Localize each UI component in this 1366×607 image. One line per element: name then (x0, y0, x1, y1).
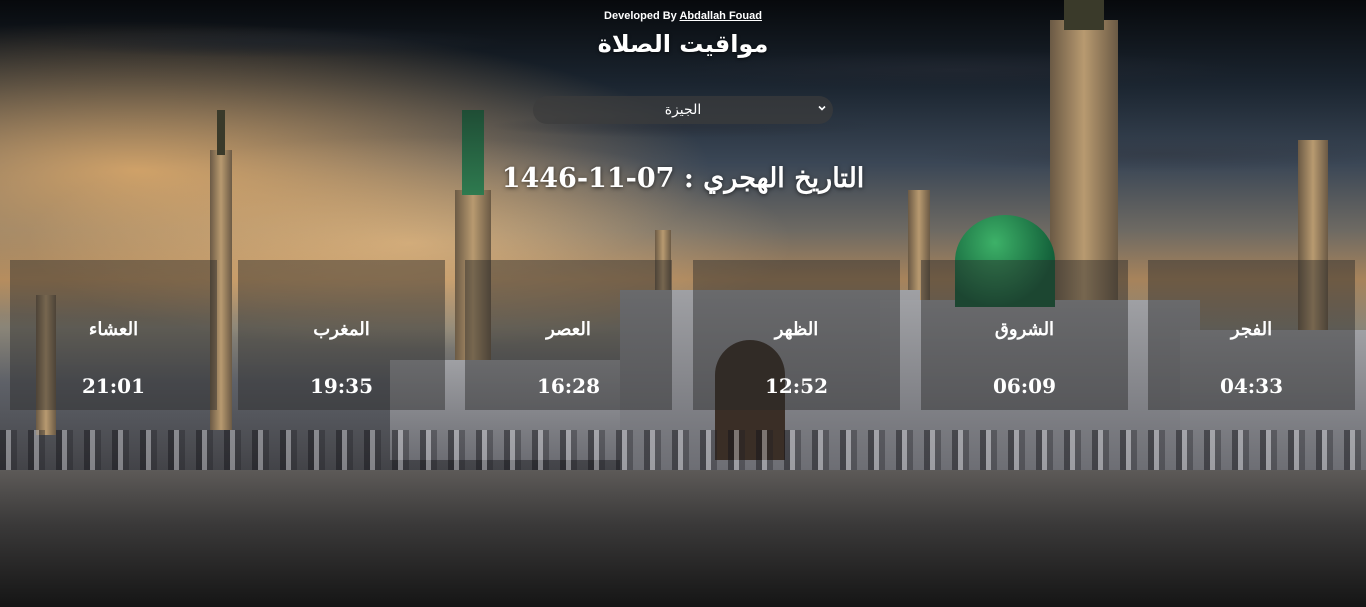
hijri-date-value: 1446-11-07 (501, 163, 675, 194)
developer-link[interactable]: Abdallah Fouad (679, 10, 762, 22)
prayer-card-fajr: الفجر 04:33 (1148, 260, 1355, 410)
prayer-time: 04:33 (1219, 374, 1284, 398)
hijri-date: التاريخ الهجري : 1446-11-07 (0, 163, 1366, 194)
prayer-time: 12:52 (764, 374, 829, 398)
prayer-card-sunrise: الشروق 06:09 (921, 260, 1128, 410)
prayer-time: 06:09 (992, 374, 1057, 398)
prayer-card-isha: العشاء 21:01 (10, 260, 217, 410)
prayer-name: الشروق (994, 319, 1055, 340)
prayer-card-maghrib: المغرب 19:35 (238, 260, 445, 410)
prayer-time: 19:35 (309, 374, 374, 398)
prayer-card-dhuhr: الظهر 12:52 (693, 260, 900, 410)
city-select-value: الجيزة (664, 102, 702, 118)
prayer-time: 16:28 (536, 374, 601, 398)
prayer-card-asr: العصر 16:28 (465, 260, 672, 410)
hijri-date-label: التاريخ الهجري : (683, 163, 865, 194)
prayer-name: المغرب (313, 319, 370, 340)
prayer-name: العشاء (88, 319, 139, 340)
developer-credit: Developed By Abdallah Fouad (0, 10, 1366, 22)
city-select[interactable]: الجيزة (533, 96, 833, 124)
prayer-time: 21:01 (81, 374, 146, 398)
page-title: مواقيت الصلاة (597, 30, 769, 58)
credit-prefix: Developed By (604, 10, 677, 22)
chevron-down-icon (818, 105, 826, 111)
prayer-name: الفجر (1230, 319, 1273, 340)
prayer-name: العصر (546, 319, 591, 340)
prayer-name: الظهر (774, 319, 819, 340)
prayer-times: العشاء 21:01 المغرب 19:35 العصر 16:28 ال… (10, 260, 1356, 410)
